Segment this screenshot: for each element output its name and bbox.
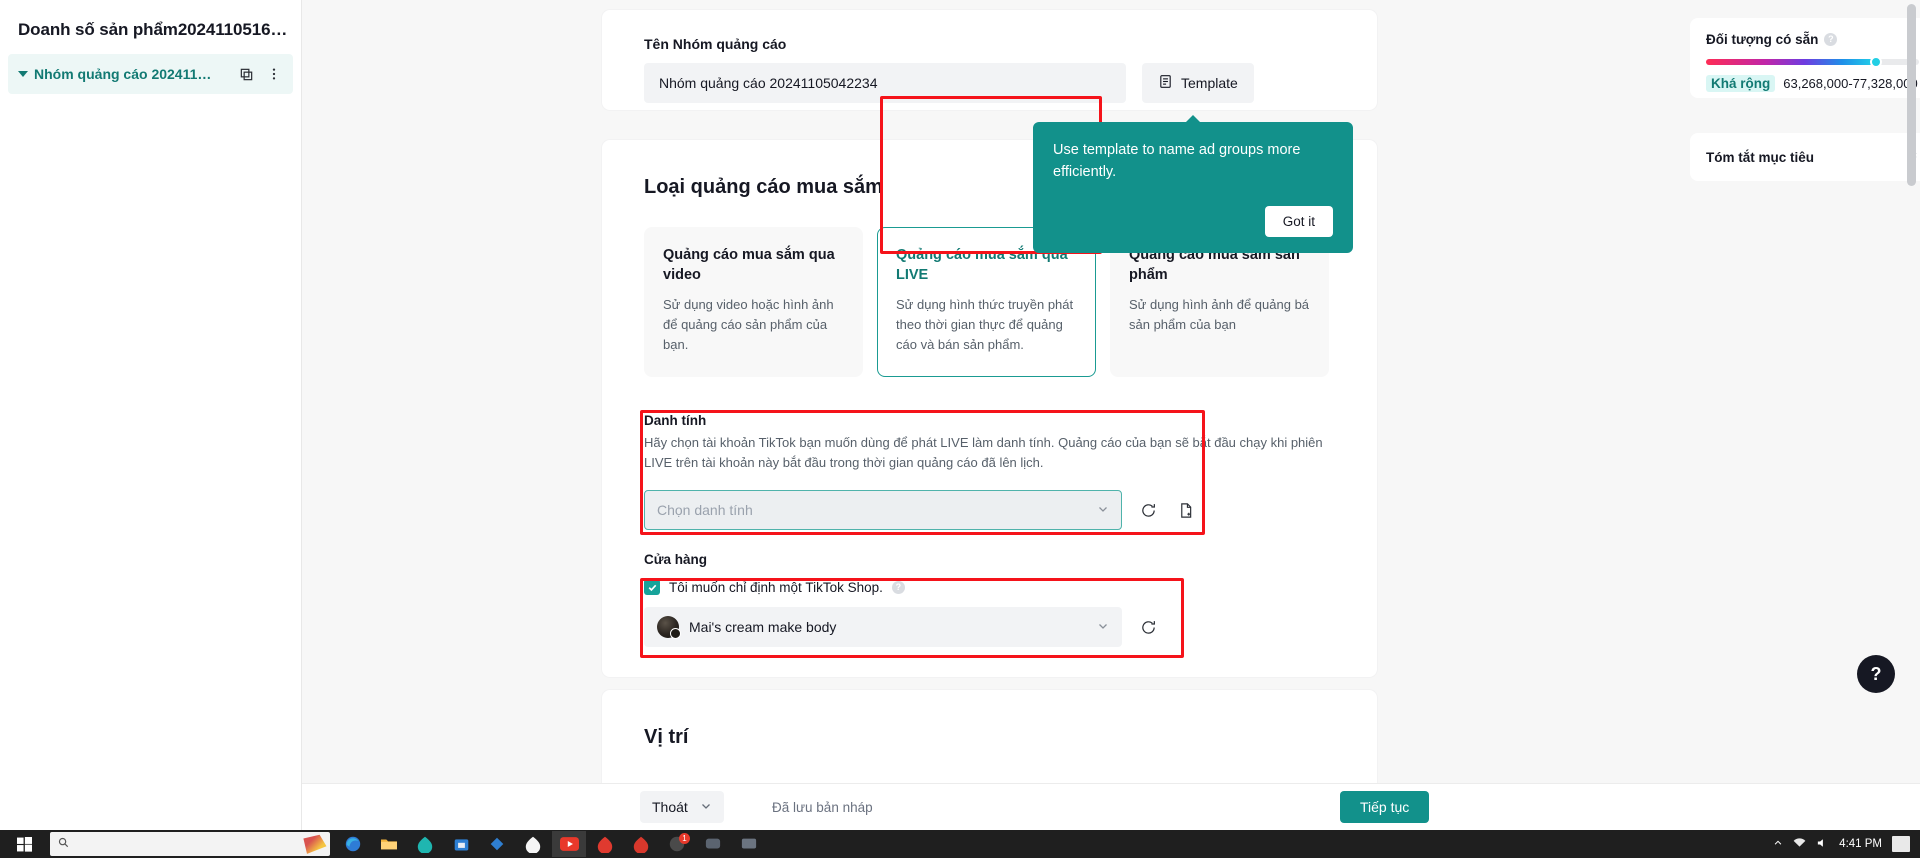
application-window: Doanh số sản phẩm2024110516… Nhóm quảng … <box>0 0 1920 858</box>
template-button-label: Template <box>1181 75 1238 91</box>
store-section: Cửa hàng Tôi muốn chỉ định một TikTok Sh… <box>644 552 1326 648</box>
identity-description: Hãy chọn tài khoản TikTok bạn muốn dùng … <box>644 434 1323 471</box>
taskbar-search-box[interactable] <box>50 832 330 856</box>
tooltip-got-it-button[interactable]: Got it <box>1264 205 1333 237</box>
copy-icon[interactable] <box>235 63 257 85</box>
store-select-value: Mai's cream make body <box>689 619 837 636</box>
refresh-icon[interactable] <box>1136 615 1160 639</box>
identity-select[interactable]: Chọn danh tính <box>644 490 1122 531</box>
ad-type-desc: Sử dụng video hoặc hình ảnh để quảng cáo… <box>663 297 834 353</box>
taskbar-app-store[interactable] <box>444 831 478 857</box>
main-content-scroll: Tên Nhóm quảng cáo Nhóm quảng cáo 202411… <box>302 0 1920 830</box>
bottom-action-bar: Thoát Đã lưu bản nháp Tiếp tục <box>302 783 1920 830</box>
template-tooltip: Use template to name ad groups more effi… <box>1033 115 1353 253</box>
taskbar-app-chat[interactable] <box>696 831 730 857</box>
tray-network-icon[interactable] <box>1793 837 1806 851</box>
info-icon[interactable]: ? <box>891 580 905 594</box>
campaign-title: Doanh số sản phẩm2024110516… <box>18 20 288 39</box>
audience-range: 63,268,000-77,328,000 <box>1783 76 1918 91</box>
taskbar-app-red-1[interactable] <box>588 831 622 857</box>
tray-volume-icon[interactable] <box>1816 837 1829 852</box>
info-icon[interactable]: ? <box>1824 33 1838 46</box>
audience-panel-title-row: Đối tượng có sẵn ? <box>1706 32 1919 47</box>
taskbar-app-list: 1 <box>336 831 766 857</box>
page-scrollbar-track[interactable] <box>1907 0 1918 830</box>
sidebar-item-label: Nhóm quảng cáo 202411… <box>34 66 212 82</box>
question-mark-icon: ? <box>1870 663 1882 684</box>
store-checkbox-label: Tôi muốn chỉ định một TikTok Shop. <box>669 579 883 595</box>
taskbar-search-illustration <box>303 834 327 854</box>
continue-button[interactable]: Tiếp tục <box>1340 791 1430 823</box>
chevron-down-icon <box>700 799 712 815</box>
draft-status-text: Đã lưu bản nháp <box>772 799 873 815</box>
taskbar-app-youtube[interactable] <box>552 831 586 857</box>
audience-gauge-readout: Khá rộng 63,268,000-77,328,000 <box>1706 75 1919 92</box>
taskbar-app-misc[interactable] <box>732 831 766 857</box>
more-vertical-icon[interactable] <box>263 63 285 85</box>
identity-section: Danh tính Hãy chọn tài khoản TikTok bạn … <box>644 413 1326 531</box>
store-checkbox-row[interactable]: Tôi muốn chỉ định một TikTok Shop. ? <box>644 579 1326 596</box>
exit-button[interactable]: Thoát <box>640 791 724 823</box>
taskbar-app-red-2[interactable] <box>624 831 658 857</box>
add-document-icon[interactable] <box>1174 498 1198 522</box>
template-button[interactable]: Template <box>1142 63 1254 103</box>
ad-group-name-label: Tên Nhóm quảng cáo <box>644 36 787 52</box>
windows-start-icon[interactable] <box>0 830 48 858</box>
search-icon <box>58 837 69 851</box>
caret-down-icon[interactable] <box>18 71 28 77</box>
audience-panel-title: Đối tượng có sẵn <box>1706 32 1819 47</box>
ad-type-desc: Sử dụng hình ảnh để quảng bá sản phẩm củ… <box>1129 297 1310 333</box>
store-select[interactable]: Mai's cream make body <box>644 607 1122 648</box>
ad-group-name-input[interactable]: Nhóm quảng cáo 20241105042234 <box>644 63 1126 103</box>
audience-tag: Khá rộng <box>1706 75 1776 92</box>
taskbar-app-teal[interactable] <box>408 831 442 857</box>
taskbar-app-blue-drop[interactable] <box>480 831 514 857</box>
exit-button-label: Thoát <box>652 799 688 815</box>
objective-summary-panel[interactable]: Tóm tắt mục tiêu <box>1690 133 1920 181</box>
help-button[interactable]: ? <box>1857 655 1895 693</box>
taskbar-system-tray: 4:41 PM <box>1773 836 1920 852</box>
ad-type-card-video[interactable]: Quảng cáo mua sắm qua video Sử dụng vide… <box>644 227 863 377</box>
audience-gauge <box>1706 56 1919 68</box>
refresh-icon[interactable] <box>1136 498 1160 522</box>
taskbar-app-explorer[interactable] <box>372 831 406 857</box>
tooltip-text: Use template to name ad groups more effi… <box>1053 142 1301 180</box>
taskbar-app-edge[interactable] <box>336 831 370 857</box>
taskbar-app-notification[interactable]: 1 <box>660 831 694 857</box>
page-scrollbar-thumb[interactable] <box>1907 4 1916 186</box>
ad-group-name-card: Tên Nhóm quảng cáo Nhóm quảng cáo 202411… <box>602 10 1377 110</box>
chevron-down-icon <box>1097 620 1109 634</box>
objective-summary-title: Tóm tắt mục tiêu <box>1706 149 1815 165</box>
store-checkbox[interactable] <box>644 579 660 596</box>
store-label: Cửa hàng <box>644 552 708 568</box>
ad-type-title: Quảng cáo mua sắm qua video <box>663 247 835 283</box>
taskbar-clock[interactable]: 4:41 PM <box>1839 838 1882 850</box>
sidebar-item-ad-group[interactable]: Nhóm quảng cáo 202411… <box>8 54 293 94</box>
identity-select-placeholder: Chọn danh tính <box>657 502 753 519</box>
windows-taskbar: 1 4:41 PM <box>0 830 1920 858</box>
store-avatar <box>657 616 681 640</box>
ad-type-desc: Sử dụng hình thức truyền phát theo thời … <box>896 297 1074 353</box>
chevron-down-icon <box>1097 503 1109 517</box>
audience-panel: Đối tượng có sẵn ? Khá rộng 63,268,000-7… <box>1690 18 1920 98</box>
tray-chevron-up-icon[interactable] <box>1773 838 1783 851</box>
taskbar-app-white-drop[interactable] <box>516 831 550 857</box>
document-icon <box>1158 74 1173 92</box>
left-sidebar: Doanh số sản phẩm2024110516… Nhóm quảng … <box>0 0 302 830</box>
section-title-placement: Vị trí <box>644 726 689 748</box>
identity-label: Danh tính <box>644 412 707 428</box>
notification-badge: 1 <box>679 833 690 844</box>
show-desktop-button[interactable] <box>1892 836 1910 852</box>
